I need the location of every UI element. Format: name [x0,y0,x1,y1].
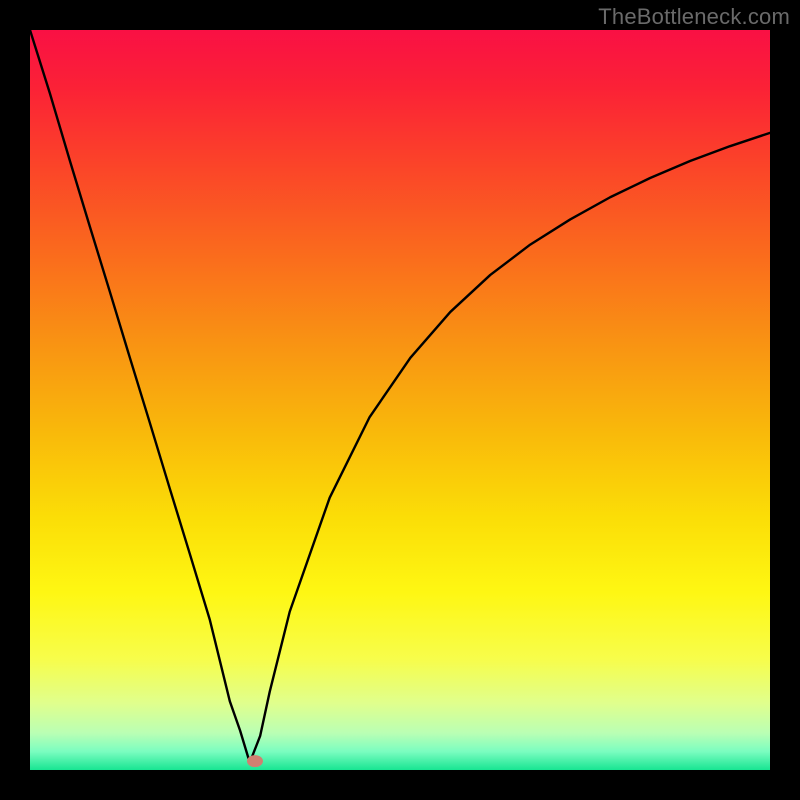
chart-svg [30,30,770,770]
chart-background [30,30,770,770]
minimum-marker [247,755,263,767]
watermark-text: TheBottleneck.com [598,4,790,30]
chart-frame [30,30,770,770]
